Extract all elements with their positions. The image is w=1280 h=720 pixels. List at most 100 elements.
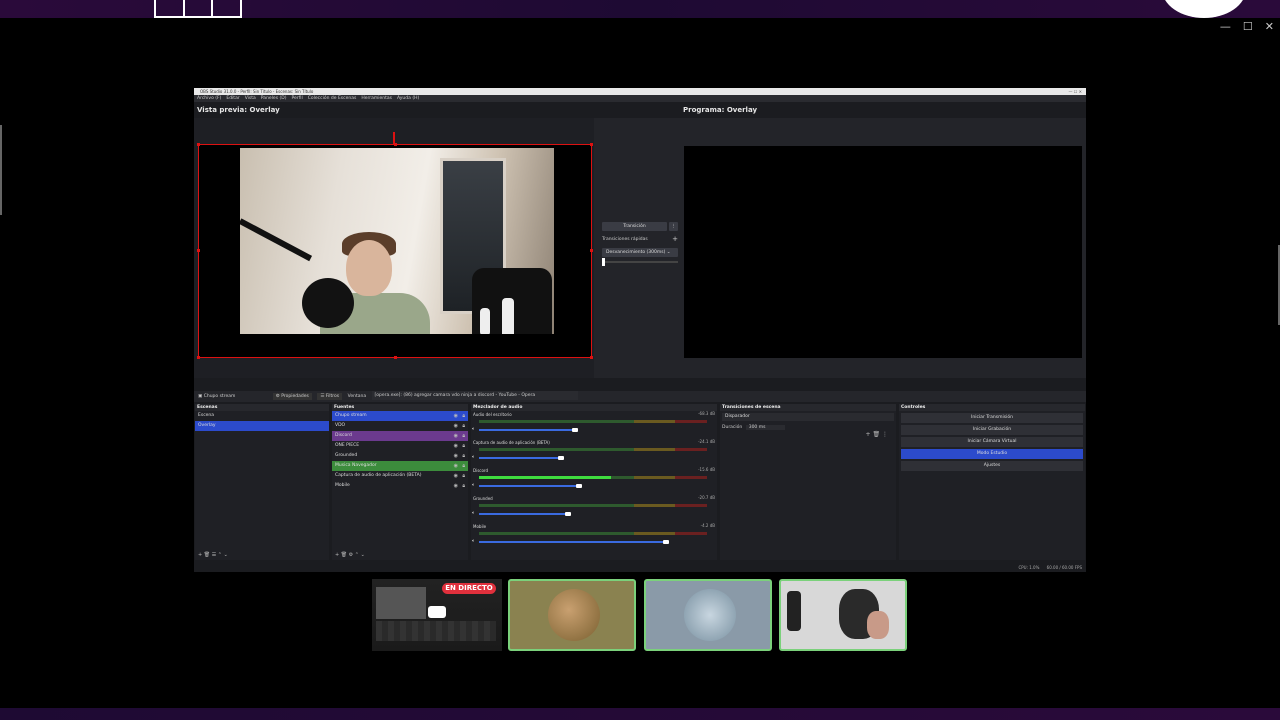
eye-icon[interactable]: ◉ bbox=[454, 461, 458, 471]
add-icon[interactable]: + bbox=[672, 235, 678, 244]
close-icon[interactable]: ✕ bbox=[1265, 20, 1274, 33]
menu-herramientas[interactable]: Herramientas bbox=[361, 95, 392, 102]
start-virtual-camera-button[interactable]: Iniciar Cámara Virtual bbox=[901, 437, 1083, 447]
lock-icon[interactable]: 🔒︎ bbox=[462, 431, 465, 441]
lock-icon[interactable]: 🔒︎ bbox=[462, 411, 465, 421]
transition-add-remove[interactable]: + 🗑 ⋮ bbox=[866, 431, 888, 438]
eye-icon[interactable]: ◉ bbox=[454, 451, 458, 461]
transition-menu-icon[interactable]: ⋮ bbox=[669, 222, 678, 231]
source-label: Mobile bbox=[335, 483, 350, 488]
rotation-handle[interactable] bbox=[393, 132, 395, 144]
resize-handle[interactable] bbox=[590, 356, 593, 359]
lock-icon[interactable]: 🔒︎ bbox=[462, 481, 465, 491]
menu-paneles[interactable]: Paneles (D) bbox=[261, 95, 287, 102]
source-label: Captura de audio de aplicación (BETA) bbox=[335, 473, 422, 478]
lock-icon[interactable]: 🔒︎ bbox=[462, 421, 465, 431]
studio-mode-button[interactable]: Modo Estudio bbox=[901, 449, 1083, 459]
menu-coleccion[interactable]: Colección de Escenas bbox=[308, 95, 357, 102]
source-item[interactable]: Captura de audio de aplicación (BETA) ◉ 🔒︎ bbox=[332, 471, 468, 481]
lock-icon[interactable]: 🔒︎ bbox=[462, 441, 465, 451]
scenes-toolbar[interactable]: + 🗑 ☰ ⌃ ⌄ bbox=[198, 552, 228, 558]
resize-handle[interactable] bbox=[394, 356, 397, 359]
source-label: ONE PIECE bbox=[335, 443, 360, 448]
source-item[interactable]: Mobile ◉ 🔒︎ bbox=[332, 481, 468, 491]
speaker-icon[interactable]: 🔈︎ bbox=[472, 454, 475, 460]
menu-perfil[interactable]: Perfil bbox=[291, 95, 302, 102]
participant-avatar-tile[interactable] bbox=[644, 579, 772, 651]
obs-window: OBS Studio 31.0.0 - Perfil: Sin Título -… bbox=[194, 88, 1086, 572]
transition-button[interactable]: Transición bbox=[602, 222, 667, 231]
eye-icon[interactable]: ◉ bbox=[454, 421, 458, 431]
eye-icon[interactable]: ◉ bbox=[454, 441, 458, 451]
duration-input[interactable]: 300 ms bbox=[745, 425, 786, 430]
t-bar[interactable] bbox=[602, 258, 678, 266]
resize-handle[interactable] bbox=[197, 249, 200, 252]
participant-avatar-tile[interactable] bbox=[508, 579, 636, 651]
audio-meter bbox=[479, 420, 707, 423]
sources-toolbar[interactable]: + 🗑 ⚙ ⌃ ⌄ bbox=[335, 552, 365, 558]
speaker-icon[interactable]: 🔈︎ bbox=[472, 538, 475, 544]
eye-icon[interactable]: ◉ bbox=[454, 481, 458, 491]
resize-handle[interactable] bbox=[590, 143, 593, 146]
participant-camera-tile[interactable] bbox=[779, 579, 907, 651]
volume-slider[interactable] bbox=[479, 512, 571, 516]
source-item[interactable]: Chupo stream ◉ 🔒︎ bbox=[332, 411, 468, 421]
menu-archivo[interactable]: Archivo (F) bbox=[197, 95, 221, 102]
menu-ayuda[interactable]: Ayuda (H) bbox=[397, 95, 419, 102]
source-item[interactable]: Grounded ◉ 🔒︎ bbox=[332, 451, 468, 461]
context-bar: ▣ Chupo stream ⚙ Propiedades ☰ Filtros V… bbox=[194, 391, 1086, 402]
mixer-tracks: Audio del escritorio -68.3 dB 🔈︎ Captura de… bbox=[471, 411, 717, 551]
source-item[interactable]: ONE PIECE ◉ 🔒︎ bbox=[332, 441, 468, 451]
scene-transitions-dock: Transiciones de escena Disparador Duraci… bbox=[720, 404, 896, 560]
t-bar-handle[interactable] bbox=[602, 258, 605, 266]
audio-meter bbox=[479, 448, 707, 451]
window-select[interactable]: [opera.exe]: (86) agregar camara vdo nin… bbox=[371, 391, 578, 400]
source-item[interactable]: VDO ◉ 🔒︎ bbox=[332, 421, 468, 431]
minimize-icon[interactable]: — bbox=[1220, 20, 1231, 33]
lock-icon[interactable]: 🔒︎ bbox=[462, 451, 465, 461]
transition-type-select[interactable]: Disparador bbox=[722, 413, 894, 421]
start-recording-button[interactable]: Iniciar Grabación bbox=[901, 425, 1083, 435]
filters-button[interactable]: ☰ Filtros bbox=[317, 393, 343, 400]
speaker-icon[interactable]: 🔈︎ bbox=[472, 426, 475, 432]
resize-handle[interactable] bbox=[590, 249, 593, 252]
source-item[interactable]: Musica Navegador ◉ 🔒︎ bbox=[332, 461, 468, 471]
preview-canvas[interactable] bbox=[197, 143, 593, 359]
context-source-name: Chupo stream bbox=[203, 394, 236, 399]
transition-select[interactable]: Desvanecimiento (300ms) ⌄ bbox=[602, 248, 678, 257]
start-streaming-button[interactable]: Iniciar Transmisión bbox=[901, 413, 1083, 423]
lock-icon[interactable]: 🔒︎ bbox=[462, 461, 465, 471]
eye-icon[interactable]: ◉ bbox=[454, 471, 458, 481]
scene-item[interactable]: Escena bbox=[195, 411, 329, 421]
eye-icon[interactable]: ◉ bbox=[454, 431, 458, 441]
fps-status: 60.00 / 60.00 FPS bbox=[1046, 565, 1082, 570]
volume-slider-knob[interactable] bbox=[662, 540, 669, 544]
volume-slider-knob[interactable] bbox=[558, 456, 565, 460]
source-item[interactable]: Discord ◉ 🔒︎ bbox=[332, 431, 468, 441]
maximize-icon[interactable]: ☐ bbox=[1243, 20, 1253, 33]
volume-slider[interactable] bbox=[479, 484, 583, 488]
menu-editar[interactable]: Editar bbox=[226, 95, 239, 102]
volume-slider[interactable] bbox=[479, 540, 669, 544]
lock-icon[interactable]: 🔒︎ bbox=[462, 471, 465, 481]
live-badge: EN DIRECTO bbox=[442, 583, 496, 594]
scene-item[interactable]: Overlay bbox=[195, 421, 329, 431]
properties-button[interactable]: ⚙ Propiedades bbox=[272, 393, 312, 400]
eye-icon[interactable]: ◉ bbox=[454, 411, 458, 421]
speaker-icon[interactable]: 🔈︎ bbox=[472, 482, 475, 488]
resize-handle[interactable] bbox=[197, 143, 200, 146]
settings-button[interactable]: Ajustes bbox=[901, 461, 1083, 471]
volume-slider[interactable] bbox=[479, 456, 565, 460]
speaker-icon[interactable]: 🔈︎ bbox=[472, 510, 475, 516]
menu-vista[interactable]: Vista bbox=[245, 95, 256, 102]
obs-window-controls[interactable]: — ☐ ✕ bbox=[1069, 88, 1082, 95]
filters-label: Filtros bbox=[325, 394, 340, 399]
resize-handle[interactable] bbox=[197, 356, 200, 359]
mixer-track-name: Audio del escritorio bbox=[473, 412, 512, 417]
volume-slider[interactable] bbox=[479, 428, 578, 432]
volume-slider-knob[interactable] bbox=[564, 512, 571, 516]
scenes-dock: Escenas Escena Overlay + 🗑 ☰ ⌃ ⌄ bbox=[195, 404, 329, 560]
volume-slider-knob[interactable] bbox=[571, 428, 578, 432]
mixer-track-db: -4.2 dB bbox=[700, 523, 715, 528]
volume-slider-knob[interactable] bbox=[576, 484, 583, 488]
